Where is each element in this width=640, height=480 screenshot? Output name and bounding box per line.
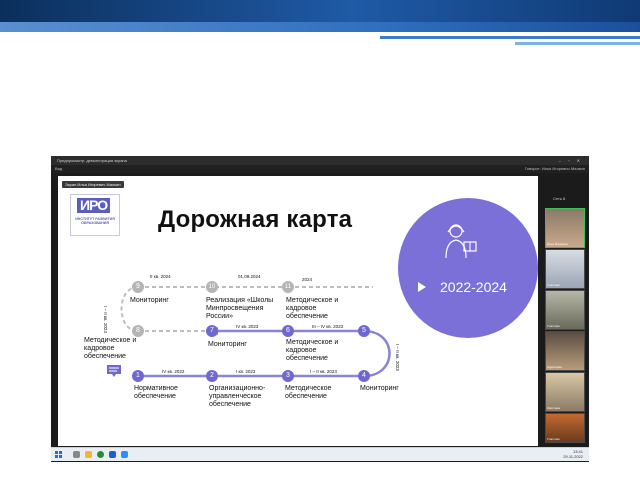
participant-tile[interactable]: Участник <box>545 413 585 443</box>
folder-icon[interactable] <box>85 451 92 458</box>
participant-name: Кристина <box>547 406 560 410</box>
taskbar: 13:41 29.11.2022 <box>51 447 589 461</box>
participant-name: Илья Игоревич <box>547 242 568 246</box>
node-10-date: 01.09.2024 <box>238 274 261 279</box>
participants-panel: Сеть 8 Илья Игоревич Участник Участник А… <box>543 196 585 446</box>
view-menu[interactable]: Вид <box>55 165 62 173</box>
roadmap-node-11: 11 <box>282 281 294 293</box>
participant-name: Участник <box>547 437 560 441</box>
roadmap-node-2: 2 <box>206 370 218 382</box>
node-11-label: Методическое и кадровое обеспечение <box>286 297 339 320</box>
participant-tile[interactable]: Кристина <box>545 372 585 412</box>
window-toolbar: Вид Говорит: Илья Игоревич Малкин <box>51 165 589 173</box>
shared-slide: Экран Илья Игоревич Малкин ИРО ИНСТИТУТ … <box>58 176 538 446</box>
svg-text:I – II кв. 2023: I – II кв. 2023 <box>395 344 400 371</box>
node-9-date: II кв. 2024 <box>150 274 171 279</box>
window-title: Предпросмотр: демонстрация экрана <box>57 158 127 163</box>
roadmap-node-1: 1 <box>132 370 144 382</box>
window-titlebar: Предпросмотр: демонстрация экрана – ▫ ✕ <box>51 156 589 165</box>
roadmap-node-4: 4 <box>358 370 370 382</box>
roadmap-node-5: 5 <box>358 325 370 337</box>
roadmap-node-7: 7 <box>206 325 218 337</box>
participant-tile[interactable]: Участник <box>545 290 585 330</box>
zoom-icon[interactable] <box>121 451 128 458</box>
header-line <box>380 36 640 39</box>
active-speaker-label: Говорит: Илья Игоревич Малкин <box>524 166 585 171</box>
header-band-secondary <box>0 22 640 32</box>
roadmap-node-10: 10 <box>206 281 218 293</box>
node-3-label: Методическое обеспечение <box>285 385 332 400</box>
clock-date: 29.11.2022 <box>563 454 583 459</box>
participants-header: Сеть 8 <box>553 196 566 201</box>
start-button-icon[interactable] <box>55 451 62 458</box>
node-8-label: Методическое и кадровое обеспечение <box>84 337 137 360</box>
search-icon[interactable] <box>73 451 80 458</box>
screen-share-window: Предпросмотр: демонстрация экрана – ▫ ✕ … <box>51 156 589 462</box>
header-line-short <box>515 42 640 45</box>
roadmap-node-6: 6 <box>282 325 294 337</box>
node-2-label: Организационно-управленческое обеспечени… <box>209 385 266 408</box>
node-2-date: I кв. 2023 <box>236 369 256 374</box>
document-icon <box>107 365 121 377</box>
browser-icon[interactable] <box>97 451 104 458</box>
roadmap-node-3: 3 <box>282 370 294 382</box>
word-icon[interactable] <box>109 451 116 458</box>
node-6-label: Методическое и кадровое обеспечение <box>286 339 339 362</box>
node-11-date: 2024 <box>302 277 313 282</box>
participant-tile[interactable]: Илья Игоревич <box>545 208 585 248</box>
node-10-label: Реализация «Школы Минпросвещения России» <box>206 297 274 320</box>
node-3-date: I – II кв. 2023 <box>310 369 337 374</box>
node-1-label: Нормативное обеспечение <box>134 385 178 400</box>
window-controls[interactable]: – ▫ ✕ <box>559 156 583 165</box>
svg-text:I – II кв. 2024: I – II кв. 2024 <box>103 306 108 333</box>
node-7-date: IV кв. 2023 <box>236 324 259 329</box>
taskbar-clock[interactable]: 13:41 29.11.2022 <box>563 449 583 459</box>
node-4-label: Мониторинг <box>360 385 399 392</box>
node-1-date: IV кв. 2022 <box>162 369 185 374</box>
participant-name: Участник <box>547 324 560 328</box>
roadmap-node-8: 8 <box>132 325 144 337</box>
participant-tile[interactable]: Участник <box>545 249 585 289</box>
participant-name: Участник <box>547 283 560 287</box>
participant-tile[interactable]: Аудитория <box>545 331 585 371</box>
roadmap-node-9: 9 <box>132 281 144 293</box>
node-6-date: III – IV кв. 2023 <box>312 324 344 329</box>
header-band <box>0 0 640 22</box>
participant-name: Аудитория <box>547 365 562 369</box>
node-9-label: Мониторинг <box>130 297 169 304</box>
node-7-label: Мониторинг <box>208 341 247 348</box>
